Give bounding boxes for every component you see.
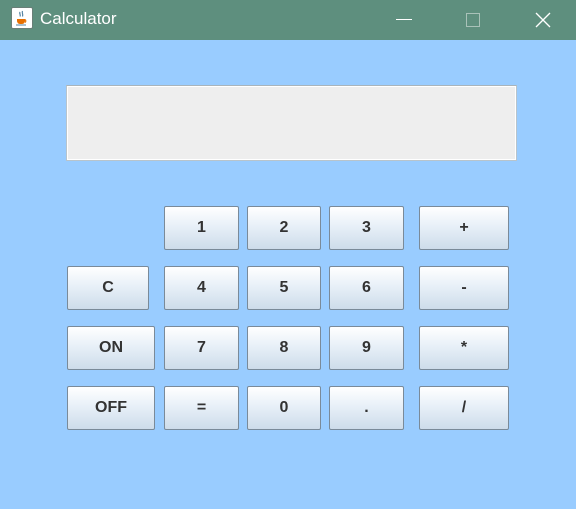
key-1-button[interactable]: 1: [164, 206, 239, 250]
calculator-window: Calculator 1 2 3 + C 4 5 6 - ON 7 8 9 *: [0, 0, 576, 509]
equals-button[interactable]: =: [164, 386, 239, 430]
key-7-button[interactable]: 7: [164, 326, 239, 370]
key-4-button[interactable]: 4: [164, 266, 239, 310]
maximize-button[interactable]: [450, 0, 496, 40]
close-button[interactable]: [520, 0, 566, 40]
minus-button[interactable]: -: [419, 266, 509, 310]
key-6-button[interactable]: 6: [329, 266, 404, 310]
key-5-button[interactable]: 5: [247, 266, 321, 310]
close-icon: [535, 12, 551, 28]
key-9-button[interactable]: 9: [329, 326, 404, 370]
key-3-button[interactable]: 3: [329, 206, 404, 250]
decimal-point-button[interactable]: .: [329, 386, 404, 430]
off-button[interactable]: OFF: [67, 386, 155, 430]
maximize-icon: [466, 13, 480, 27]
window-title: Calculator: [40, 9, 117, 28]
title-bar[interactable]: Calculator: [0, 0, 576, 40]
result-display[interactable]: [66, 85, 517, 161]
on-button[interactable]: ON: [67, 326, 155, 370]
java-cup-icon: [11, 7, 33, 29]
key-8-button[interactable]: 8: [247, 326, 321, 370]
key-2-button[interactable]: 2: [247, 206, 321, 250]
key-0-button[interactable]: 0: [247, 386, 321, 430]
minimize-icon: [396, 19, 412, 20]
plus-button[interactable]: +: [419, 206, 509, 250]
divide-button[interactable]: /: [419, 386, 509, 430]
clear-button[interactable]: C: [67, 266, 149, 310]
minimize-button[interactable]: [381, 0, 427, 40]
multiply-button[interactable]: *: [419, 326, 509, 370]
